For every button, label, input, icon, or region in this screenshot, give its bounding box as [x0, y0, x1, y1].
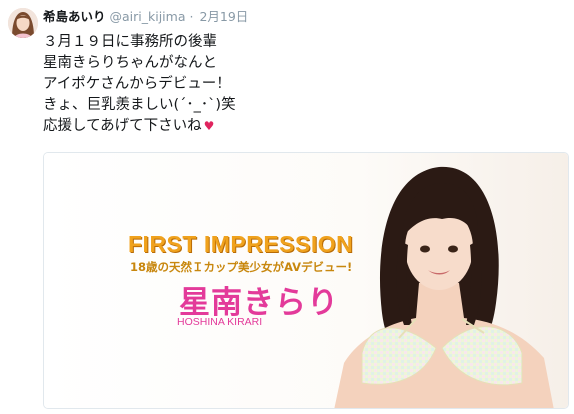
tweet-line-last: 応援してあげて下さいね ♥ — [43, 116, 563, 137]
media-card[interactable]: FIRST IMPRESSION 18歳の天然Ｉカップ美少女がAVデビュー! 星… — [43, 152, 569, 409]
promo-title: FIRST IMPRESSION — [128, 231, 354, 257]
avatar[interactable] — [8, 8, 38, 38]
user-handle[interactable]: @airi_kijima — [110, 9, 186, 24]
display-name[interactable]: 希島あいり — [43, 9, 106, 24]
tweet-line: 応援してあげて下さいね — [43, 118, 202, 134]
tweet-header: 希島あいり @airi_kijima · 2月19日 — [43, 8, 248, 26]
tweet-line: ３月１９日に事務所の後輩 — [43, 34, 217, 50]
heart-emoji-icon: ♥ — [203, 119, 215, 133]
tweet-text: ３月１９日に事務所の後輩 星南きらりちゃんがなんと アイポケさんからデビュー！ … — [43, 32, 563, 137]
promo-subtitle: 18歳の天然Ｉカップ美少女がAVデビュー! — [130, 260, 353, 274]
separator-dot: · — [189, 9, 194, 24]
promo-model-romaji: HOSHINA KIRARI — [177, 316, 263, 328]
tweet-line: きょ、巨乳羨ましい(´･_･`)笑 — [43, 97, 236, 113]
avatar-image — [8, 8, 38, 38]
tweet-timestamp[interactable]: 2月19日 — [199, 9, 248, 24]
tweet-line: 星南きらりちゃんがなんと — [43, 55, 217, 71]
tweet-line: アイポケさんからデビュー！ — [43, 76, 231, 92]
